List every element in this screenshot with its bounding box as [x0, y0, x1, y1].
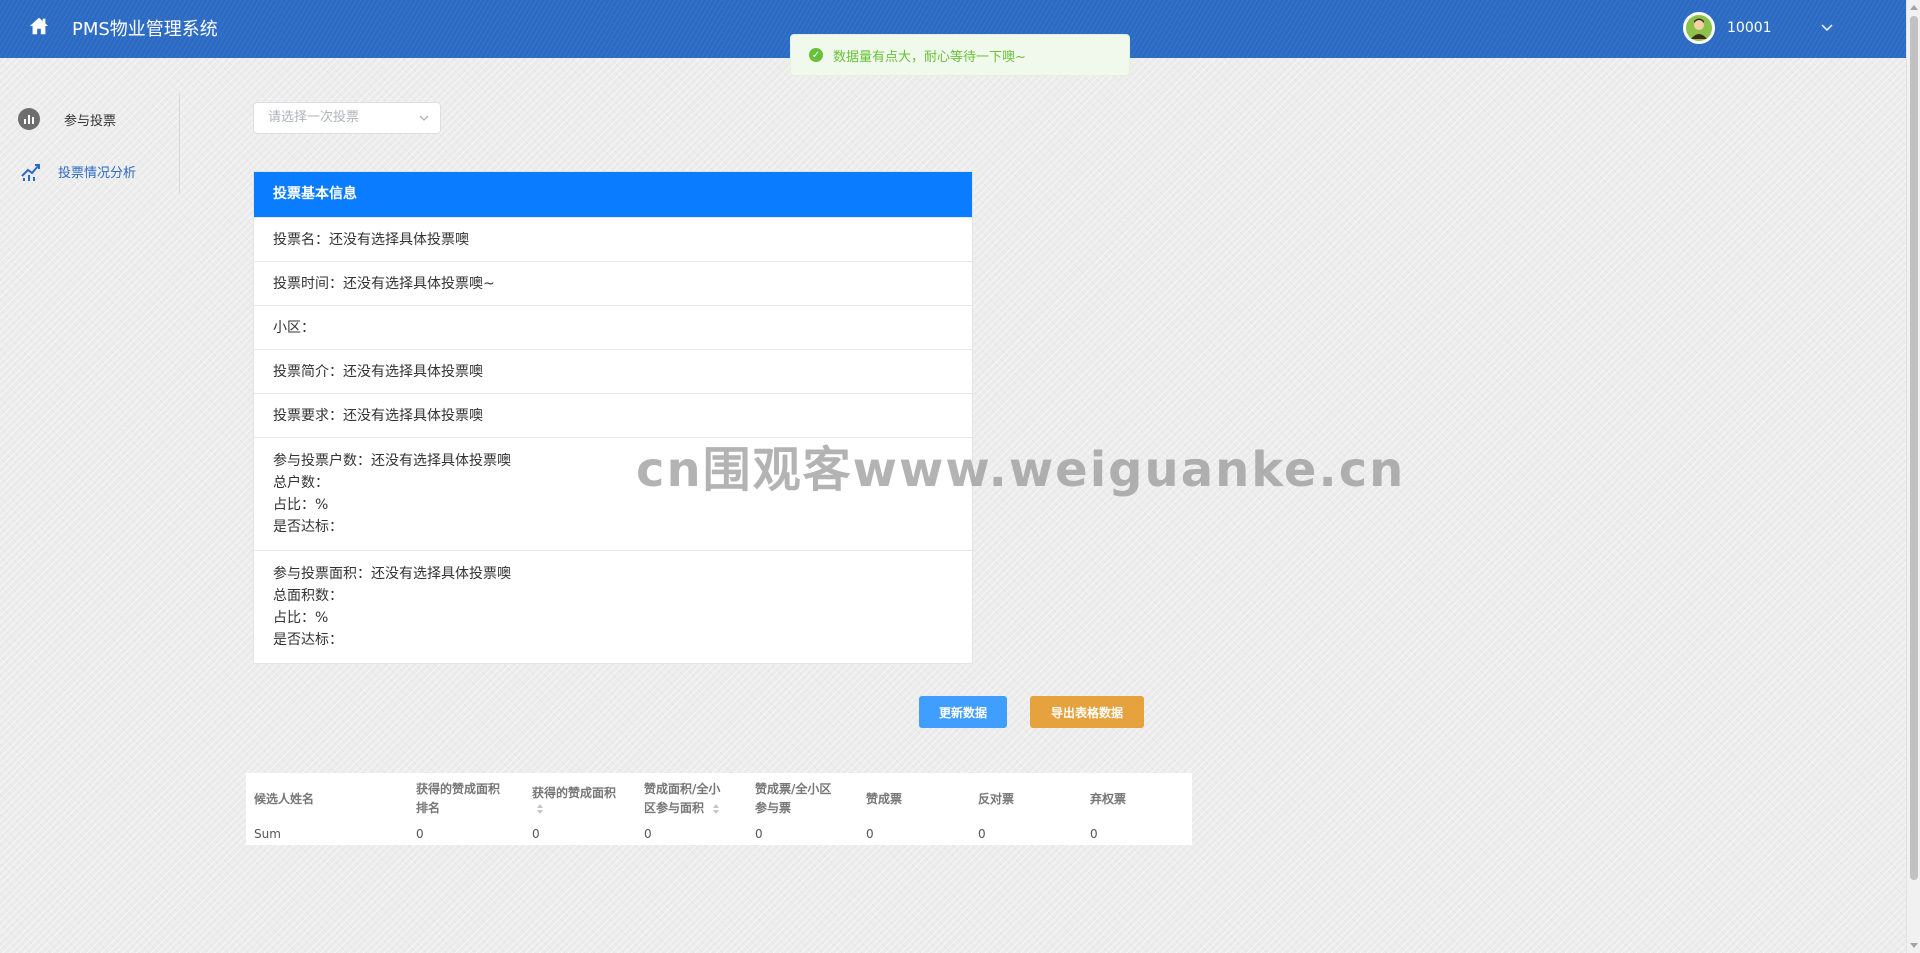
column-header[interactable]: 弃权票 [1090, 773, 1126, 825]
sort-caret-icon[interactable] [536, 803, 544, 815]
success-check-icon: ✓ [809, 48, 823, 62]
table-cell: 0 [755, 827, 763, 841]
panel-title: 投票基本信息 [254, 172, 972, 217]
scroll-up-arrow-icon[interactable] [1910, 5, 1918, 10]
page-scrollbar[interactable] [1906, 0, 1920, 953]
select-placeholder: 请选择一次投票 [268, 110, 360, 125]
sidebar-item-label: 参与投票 [64, 113, 117, 129]
user-menu[interactable]: 10001 [1683, 12, 1772, 44]
trend-icon [21, 164, 40, 181]
info-text: 是否达标： [273, 632, 343, 648]
chevron-down-icon[interactable] [1820, 20, 1834, 34]
column-header-sortable[interactable]: 获得的赞成面积 [532, 773, 616, 825]
column-header[interactable]: 候选人姓名 [254, 773, 314, 825]
info-text: 投票要求：还没有选择具体投票噢 [273, 408, 483, 424]
column-header-text: 赞成面积/全小 [644, 782, 721, 796]
column-header[interactable]: 获得的赞成面积 排名 [416, 773, 500, 825]
info-row: 投票名：还没有选择具体投票噢 [254, 217, 972, 261]
column-header-text: 获得的赞成面积 [416, 782, 501, 796]
info-text: 投票名：还没有选择具体投票噢 [273, 232, 469, 248]
toast-text: 数据量有点大，耐心等待一下噢~ [833, 49, 1026, 65]
info-text: 小区： [273, 320, 315, 336]
info-text: 占比：% [273, 610, 329, 626]
refresh-data-button[interactable]: 更新数据 [919, 696, 1007, 728]
avatar-person-icon [1686, 15, 1712, 41]
column-header-text: 弃权票 [1090, 791, 1127, 806]
info-row: 投票时间：还没有选择具体投票噢~ [254, 261, 972, 305]
results-table: 候选人姓名 获得的赞成面积 排名 获得的赞成面积 赞成面积/全小 区参与面积 赞… [246, 773, 1192, 845]
sidebar: 参与投票 投票情况分析 [0, 94, 180, 194]
column-header[interactable]: 赞成票 [866, 773, 902, 825]
table-cell: Sum [254, 827, 281, 841]
sort-caret-icon[interactable] [712, 803, 720, 815]
info-text: 投票简介：还没有选择具体投票噢 [273, 364, 483, 380]
table-cell: 0 [978, 827, 986, 841]
info-row: 参与投票面积：还没有选择具体投票噢 总面积数： 占比：% 是否达标： [254, 550, 972, 663]
sidebar-item-analysis[interactable]: 投票情况分析 [20, 160, 136, 182]
info-row: 投票简介：还没有选择具体投票噢 [254, 349, 972, 393]
info-text: 总面积数： [273, 588, 343, 604]
home-icon[interactable] [28, 15, 50, 37]
column-header[interactable]: 赞成票/全小区 参与票 [755, 773, 831, 825]
info-text: 是否达标： [273, 519, 343, 535]
column-header-text: 参与票 [755, 801, 792, 815]
column-header-text: 赞成票 [866, 791, 903, 806]
sidebar-item-vote[interactable]: 参与投票 [18, 108, 116, 130]
table-cell: 0 [866, 827, 874, 841]
chevron-down-icon [419, 115, 429, 121]
column-header-text: 赞成票/全小区 [755, 782, 832, 796]
column-header-sortable[interactable]: 赞成面积/全小 区参与面积 [644, 773, 720, 825]
column-header[interactable]: 反对票 [978, 773, 1014, 825]
vote-info-panel: 投票基本信息 投票名：还没有选择具体投票噢 投票时间：还没有选择具体投票噢~ 小… [253, 171, 973, 664]
column-header-text: 候选人姓名 [254, 791, 315, 806]
column-header-text: 排名 [416, 801, 441, 815]
vote-select[interactable]: 请选择一次投票 [253, 102, 441, 134]
user-id[interactable]: 10001 [1727, 20, 1772, 36]
table-cell: 0 [644, 827, 652, 841]
column-header-text: 反对票 [978, 791, 1015, 806]
column-header-text: 区参与面积 [644, 801, 705, 815]
table-cell: 0 [532, 827, 540, 841]
column-header-text: 获得的赞成面积 [532, 785, 617, 800]
info-text: 参与投票面积：还没有选择具体投票噢 [273, 566, 511, 582]
sidebar-item-label: 投票情况分析 [58, 165, 137, 181]
scroll-thumb[interactable] [1910, 16, 1918, 880]
info-text: 投票时间：还没有选择具体投票噢~ [273, 276, 495, 292]
info-row: 小区： [254, 305, 972, 349]
table-cell: 0 [1090, 827, 1098, 841]
app-title: PMS物业管理系统 [72, 19, 218, 40]
toast-message: ✓ 数据量有点大，耐心等待一下噢~ [790, 34, 1130, 76]
avatar[interactable] [1683, 12, 1715, 44]
bar-chart-icon [18, 108, 40, 130]
export-table-button[interactable]: 导出表格数据 [1030, 696, 1144, 728]
table-cell: 0 [416, 827, 424, 841]
watermark: cn围观客www.weiguanke.cn [636, 442, 1406, 498]
scroll-down-arrow-icon[interactable] [1910, 943, 1918, 948]
